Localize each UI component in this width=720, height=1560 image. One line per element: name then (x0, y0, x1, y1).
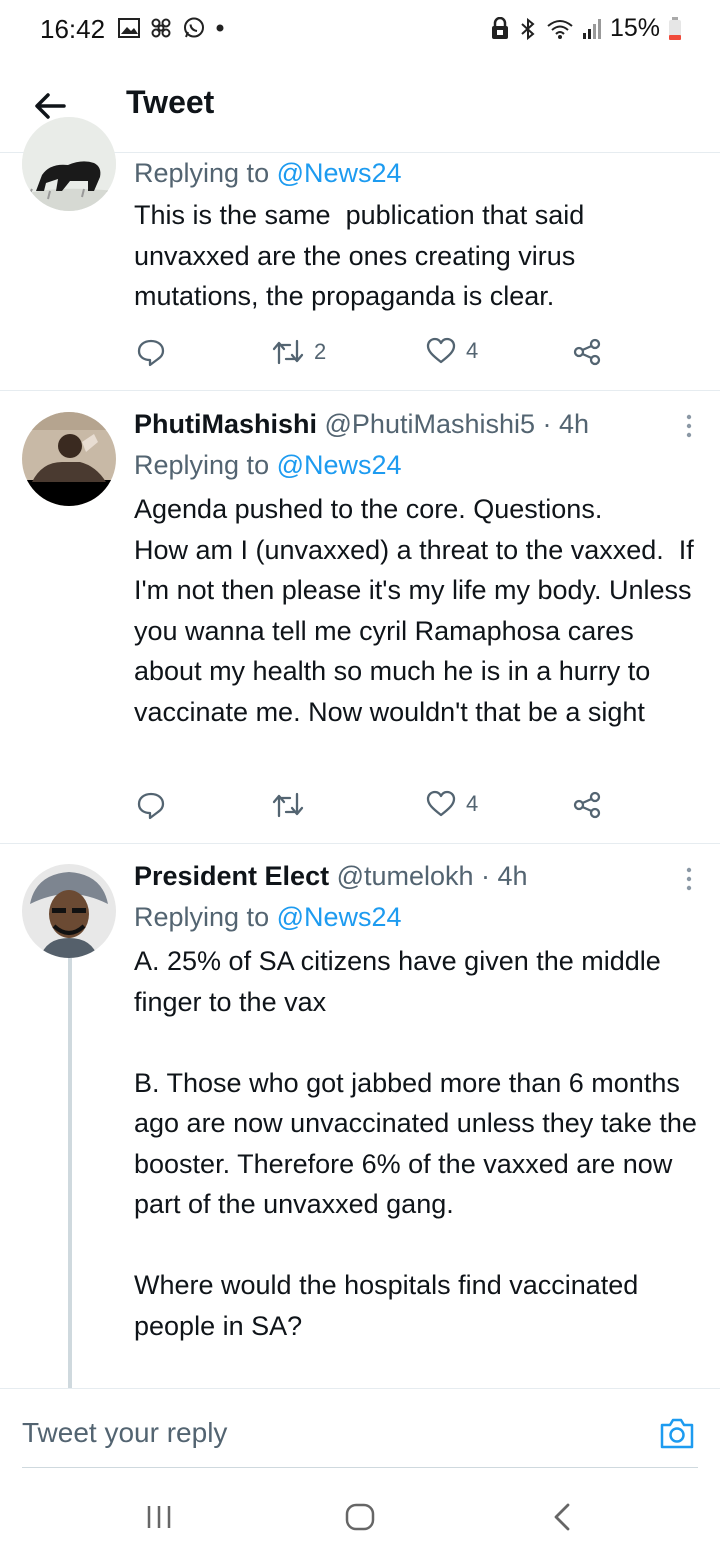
replying-to: Replying to @News24 (134, 445, 698, 485)
bluetooth-icon (521, 17, 535, 40)
avatar[interactable] (22, 117, 116, 211)
heart-icon (426, 790, 456, 817)
tweet-reply[interactable]: President Elect @tumelokh · 4h Replying … (0, 844, 720, 1388)
tweet-text: Agenda pushed to the core. Questions. Ho… (134, 494, 694, 727)
reply-composer: Tweet your reply (0, 1388, 720, 1471)
thread-line (68, 958, 72, 1388)
system-icons: 15% (490, 14, 682, 43)
reply-button[interactable] (136, 337, 166, 367)
mention-link[interactable]: @News24 (277, 158, 402, 188)
battery-percent: 15% (609, 14, 660, 42)
replying-to-label: Replying to (134, 158, 277, 188)
share-icon (573, 791, 601, 819)
retweet-button[interactable] (272, 790, 314, 820)
reply-button[interactable] (136, 790, 166, 820)
replying-to: Replying to @News24 (134, 153, 698, 193)
mention-link[interactable]: @News24 (277, 902, 402, 932)
retweet-icon (272, 792, 304, 818)
more-options-icon[interactable] (684, 413, 694, 439)
like-count: 4 (466, 791, 479, 816)
heart-icon (426, 337, 456, 364)
tweet-actions: 4 (134, 790, 634, 826)
more-options-icon[interactable] (684, 866, 694, 892)
reply-icon (137, 792, 165, 820)
tweet-actions: 2 4 (134, 337, 634, 373)
user-avatar-image (22, 412, 116, 506)
status-bar: 16:42 15% (0, 0, 720, 58)
like-button[interactable]: 4 (426, 790, 478, 818)
author-handle-time[interactable]: @tumelokh · 4h (329, 861, 528, 891)
fan-icon (151, 18, 171, 38)
share-button[interactable] (572, 790, 602, 820)
author-name[interactable]: PhutiMashishi (134, 409, 317, 439)
avatar[interactable] (22, 412, 116, 506)
replying-to-label: Replying to (134, 902, 277, 932)
share-button[interactable] (572, 337, 602, 367)
retweet-count: 2 (314, 339, 327, 364)
home-icon[interactable] (344, 1502, 376, 1532)
whatsapp-icon (184, 17, 204, 38)
replying-to: Replying to @News24 (134, 897, 698, 937)
recent-apps-icon[interactable] (144, 1502, 174, 1532)
tweet-header: President Elect @tumelokh · 4h (134, 857, 698, 895)
like-count: 4 (466, 338, 479, 363)
reply-input[interactable]: Tweet your reply (22, 1417, 227, 1449)
back-nav-icon[interactable] (550, 1502, 574, 1532)
camera-icon[interactable] (658, 1415, 696, 1451)
retweet-icon (272, 339, 304, 365)
mention-link[interactable]: @News24 (277, 450, 402, 480)
reply-icon (137, 339, 165, 367)
dot-icon (216, 24, 224, 32)
tweet-reply[interactable]: Replying to @News24 This is the same pub… (0, 117, 720, 391)
system-nav-bar (0, 1470, 720, 1560)
tweet-text: A. 25% of SA citizens have given the mid… (134, 946, 697, 1341)
battery-icon (669, 16, 681, 40)
retweet-button[interactable]: 2 (272, 337, 326, 367)
like-button[interactable]: 4 (426, 337, 478, 365)
tweet-text: This is the same publication that said u… (134, 200, 592, 311)
wifi-icon (547, 19, 573, 39)
lion-avatar-image (22, 117, 116, 211)
signal-icon (582, 18, 601, 39)
share-icon (573, 338, 601, 366)
composer-divider (22, 1467, 698, 1468)
author-handle-time[interactable]: @PhutiMashishi5 · 4h (317, 409, 590, 439)
tweet-reply[interactable]: PhutiMashishi @PhutiMashishi5 · 4h Reply… (0, 391, 720, 844)
author-name[interactable]: President Elect (134, 861, 329, 891)
tweet-header: PhutiMashishi @PhutiMashishi5 · 4h (134, 405, 698, 443)
user-avatar-image (22, 864, 116, 958)
notification-icons (118, 16, 224, 40)
gallery-icon (118, 18, 140, 38)
replying-to-label: Replying to (134, 450, 277, 480)
avatar[interactable] (22, 864, 116, 958)
lock-icon (491, 16, 508, 39)
status-time: 16:42 (40, 14, 106, 44)
page-title: Tweet (126, 84, 215, 120)
